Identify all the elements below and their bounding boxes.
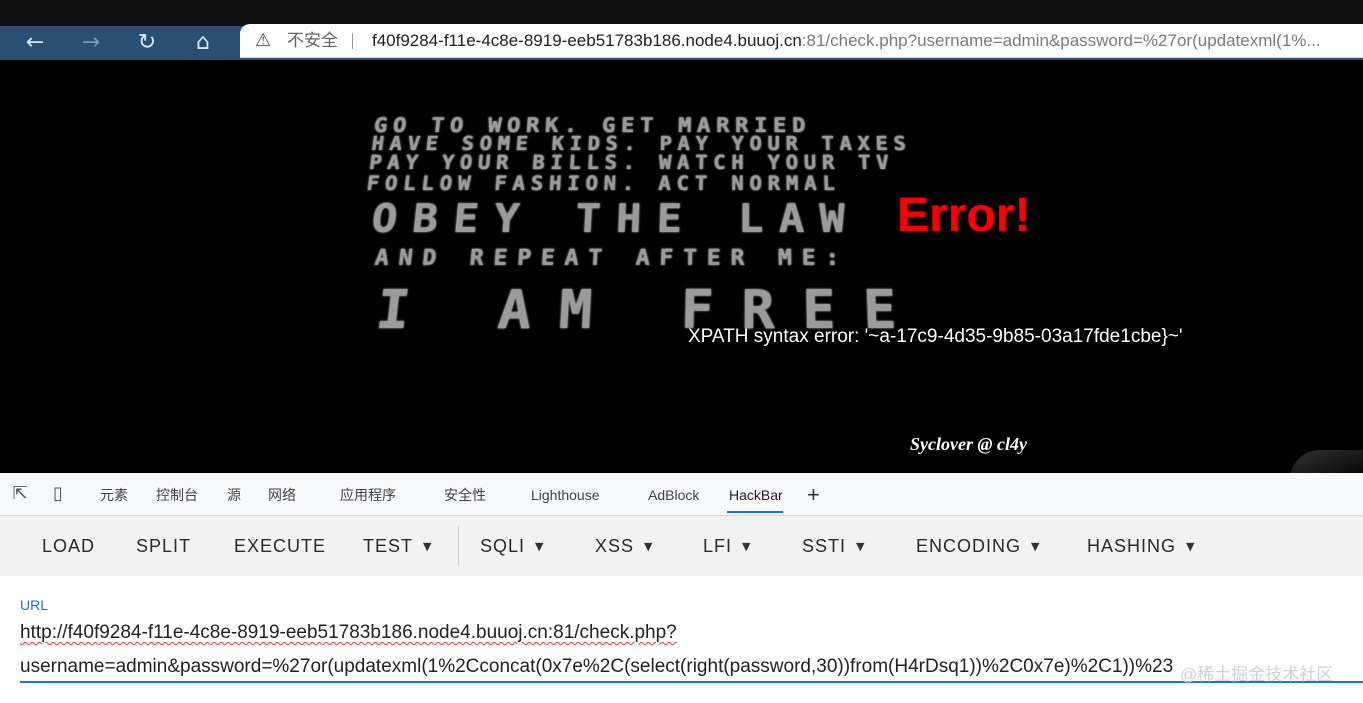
reload-icon[interactable]: ↻ xyxy=(132,28,162,58)
watermark: @稀土掘金技术社区 xyxy=(1180,665,1334,684)
tab-network[interactable]: 网络 xyxy=(268,473,296,515)
ssti-dropdown[interactable]: SSTI ▼ xyxy=(802,516,865,576)
caret-down-icon: ▼ xyxy=(856,540,866,553)
lfi-label: LFI xyxy=(703,536,733,556)
execute-button[interactable]: EXECUTE xyxy=(234,516,326,576)
top-strip xyxy=(0,0,1363,26)
sqli-label: SQLI xyxy=(480,536,526,556)
sqli-dropdown[interactable]: SQLI ▼ xyxy=(480,516,545,576)
xss-dropdown[interactable]: XSS ▼ xyxy=(595,516,654,576)
corner-gleam xyxy=(1290,450,1363,473)
add-tab-button[interactable]: + xyxy=(807,473,820,515)
tab-console[interactable]: 控制台 xyxy=(156,473,198,515)
url-field-label: URL xyxy=(20,597,49,613)
tab-application[interactable]: 应用程序 xyxy=(340,473,396,515)
load-button[interactable]: LOAD xyxy=(42,516,95,576)
split-button[interactable]: SPLIT xyxy=(136,516,191,576)
error-message: XPATH syntax error: '~a-17c9-4d35-9b85-0… xyxy=(688,326,1183,347)
url-host: f40f9284-f11e-4c8e-8919-eeb51783b186.nod… xyxy=(372,31,802,50)
error-title: Error! xyxy=(897,189,1031,242)
ssti-label: SSTI xyxy=(802,536,847,556)
url-field-underline xyxy=(20,681,1363,683)
address-url[interactable]: f40f9284-f11e-4c8e-8919-eeb51783b186.nod… xyxy=(372,24,1362,58)
toolbar-divider xyxy=(458,526,459,566)
url-line-1: http://f40f9284-f11e-4c8e-8919-eeb51783b… xyxy=(20,622,677,643)
tab-sources[interactable]: 源 xyxy=(227,473,241,515)
test-dropdown[interactable]: TEST ▼ xyxy=(363,516,432,576)
active-tab-indicator xyxy=(727,511,783,513)
caret-down-icon: ▼ xyxy=(644,540,654,553)
caret-down-icon: ▼ xyxy=(742,540,752,553)
tab-elements[interactable]: 元素 xyxy=(100,473,128,515)
home-icon[interactable]: ⌂ xyxy=(188,28,218,58)
inspect-element-icon[interactable]: ⇱ xyxy=(9,483,31,505)
caret-down-icon: ▼ xyxy=(1186,540,1196,553)
test-label: TEST xyxy=(363,536,414,556)
tab-lighthouse[interactable]: Lighthouse xyxy=(531,473,600,515)
wall-line: OBEY THE LAW xyxy=(369,196,862,242)
wall-line: PAY YOUR BILLS. WATCH YOUR TV xyxy=(367,152,895,175)
url-path: :81/check.php?username=admin&password=%2… xyxy=(801,31,1321,50)
arrow-left-icon[interactable]: ← xyxy=(20,28,50,58)
lfi-dropdown[interactable]: LFI ▼ xyxy=(703,516,751,576)
url-textarea[interactable]: http://f40f9284-f11e-4c8e-8919-eeb51783b… xyxy=(20,616,1363,684)
tab-hackbar[interactable]: HackBar xyxy=(729,473,783,515)
wall-line: FOLLOW FASHION. ACT NORMAL xyxy=(365,173,841,196)
caret-down-icon: ▼ xyxy=(423,540,433,553)
page-credit: Syclover @ cl4y xyxy=(910,434,1027,454)
security-label[interactable]: 不安全 xyxy=(287,24,338,58)
arrow-right-icon[interactable]: → xyxy=(76,28,106,58)
caret-down-icon: ▼ xyxy=(535,540,545,553)
wall-line: AND REPEAT AFTER ME: xyxy=(373,244,850,271)
url-line-2: username=admin&password=%27or(updatexml(… xyxy=(20,656,1174,677)
tab-adblock[interactable]: AdBlock xyxy=(648,473,699,515)
encoding-label: ENCODING xyxy=(916,536,1022,556)
tab-security[interactable]: 安全性 xyxy=(444,473,486,515)
xss-label: XSS xyxy=(595,536,635,556)
hashing-label: HASHING xyxy=(1087,536,1177,556)
caret-down-icon: ▼ xyxy=(1031,540,1041,553)
encoding-dropdown[interactable]: ENCODING ▼ xyxy=(916,516,1040,576)
warning-icon[interactable]: ⚠ xyxy=(255,24,279,58)
device-toolbar-icon[interactable]: ▯ xyxy=(47,483,69,505)
hashing-dropdown[interactable]: HASHING ▼ xyxy=(1087,516,1195,576)
address-divider xyxy=(352,33,353,49)
